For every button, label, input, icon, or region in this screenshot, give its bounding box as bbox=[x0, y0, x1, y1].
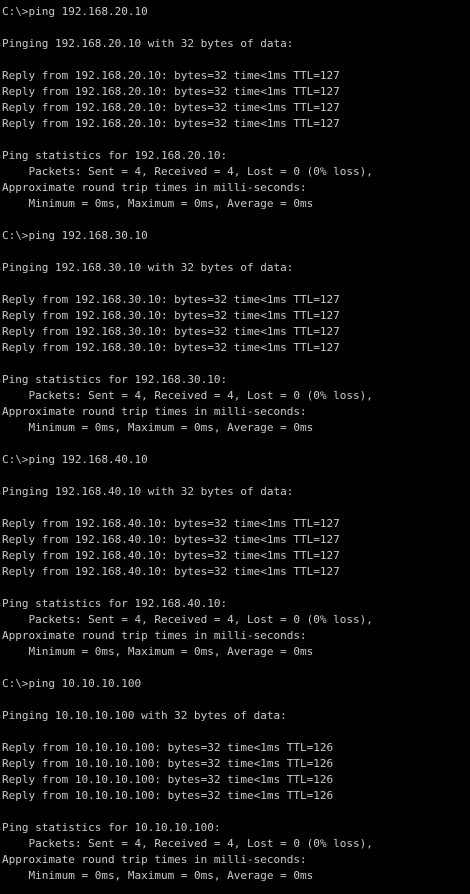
console-line: Packets: Sent = 4, Received = 4, Lost = … bbox=[2, 389, 373, 402]
console-line: C:\>ping 192.168.30.10 bbox=[2, 229, 148, 242]
console-line: Ping statistics for 10.10.10.100: bbox=[2, 821, 221, 834]
console-line: Reply from 192.168.30.10: bytes=32 time<… bbox=[2, 309, 340, 322]
console-line: Pinging 192.168.20.10 with 32 bytes of d… bbox=[2, 37, 294, 50]
console-line: Reply from 192.168.40.10: bytes=32 time<… bbox=[2, 517, 340, 530]
console-line: Reply from 192.168.30.10: bytes=32 time<… bbox=[2, 325, 340, 338]
console-line: Reply from 10.10.10.100: bytes=32 time<1… bbox=[2, 789, 334, 802]
console-line: Ping statistics for 192.168.40.10: bbox=[2, 597, 228, 610]
console-line: Reply from 192.168.40.10: bytes=32 time<… bbox=[2, 565, 340, 578]
console-line: Packets: Sent = 4, Received = 4, Lost = … bbox=[2, 613, 373, 626]
console-line: C:\>ping 192.168.20.10 bbox=[2, 5, 148, 18]
console-line: Minimum = 0ms, Maximum = 0ms, Average = … bbox=[2, 197, 314, 210]
console-line: Pinging 192.168.40.10 with 32 bytes of d… bbox=[2, 485, 294, 498]
console-line: Ping statistics for 192.168.30.10: bbox=[2, 373, 228, 386]
console-line: Reply from 192.168.30.10: bytes=32 time<… bbox=[2, 341, 340, 354]
console-line: Minimum = 0ms, Maximum = 0ms, Average = … bbox=[2, 421, 314, 434]
console-line: C:\>ping 192.168.40.10 bbox=[2, 453, 148, 466]
console-line: Approximate round trip times in milli-se… bbox=[2, 181, 307, 194]
console-line: Approximate round trip times in milli-se… bbox=[2, 853, 307, 866]
console-line: Reply from 192.168.20.10: bytes=32 time<… bbox=[2, 101, 340, 114]
console-line: Approximate round trip times in milli-se… bbox=[2, 629, 307, 642]
console-line: Reply from 192.168.20.10: bytes=32 time<… bbox=[2, 117, 340, 130]
console-line: Pinging 192.168.30.10 with 32 bytes of d… bbox=[2, 261, 294, 274]
console-line: Reply from 192.168.20.10: bytes=32 time<… bbox=[2, 85, 340, 98]
console-line: Packets: Sent = 4, Received = 4, Lost = … bbox=[2, 165, 373, 178]
console-line: C:\>ping 10.10.10.100 bbox=[2, 677, 142, 690]
console-line: Pinging 10.10.10.100 with 32 bytes of da… bbox=[2, 709, 287, 722]
console-line: Reply from 192.168.20.10: bytes=32 time<… bbox=[2, 69, 340, 82]
console-line: Reply from 192.168.40.10: bytes=32 time<… bbox=[2, 533, 340, 546]
console-line: Reply from 10.10.10.100: bytes=32 time<1… bbox=[2, 757, 334, 770]
command-prompt-console[interactable]: C:\>ping 192.168.20.10 Pinging 192.168.2… bbox=[0, 0, 470, 894]
console-line: Reply from 10.10.10.100: bytes=32 time<1… bbox=[2, 773, 334, 786]
console-line: Ping statistics for 192.168.20.10: bbox=[2, 149, 228, 162]
console-line: Reply from 10.10.10.100: bytes=32 time<1… bbox=[2, 741, 334, 754]
console-line: Minimum = 0ms, Maximum = 0ms, Average = … bbox=[2, 869, 314, 882]
console-line: Minimum = 0ms, Maximum = 0ms, Average = … bbox=[2, 645, 314, 658]
console-line: Reply from 192.168.30.10: bytes=32 time<… bbox=[2, 293, 340, 306]
console-line: Reply from 192.168.40.10: bytes=32 time<… bbox=[2, 549, 340, 562]
console-line: Approximate round trip times in milli-se… bbox=[2, 405, 307, 418]
console-line: Packets: Sent = 4, Received = 4, Lost = … bbox=[2, 837, 373, 850]
